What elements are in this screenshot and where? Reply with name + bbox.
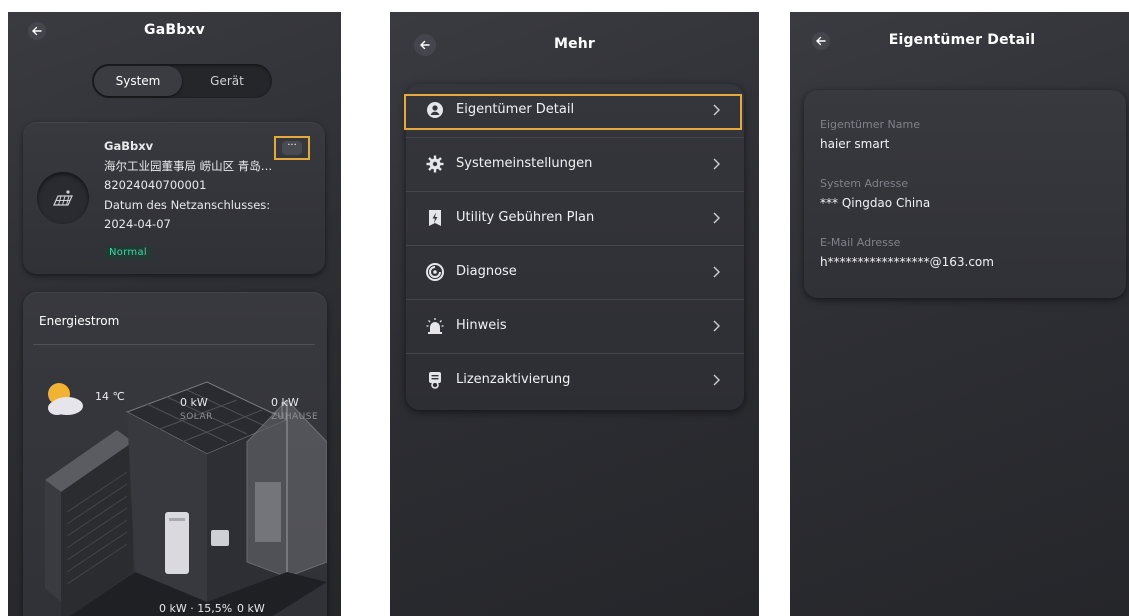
- system-address: 海尔工业园董事局 崂山区 青岛…: [104, 159, 273, 173]
- chevron-right-icon: [713, 320, 720, 332]
- owner-detail-screen: Eigentümer Detail Eigentümer Name haier …: [790, 12, 1129, 616]
- temperature: 14 ℃: [95, 390, 125, 403]
- owner-name-value: haier smart: [820, 137, 890, 151]
- system-screen: GaBbxv System Gerät GaBbxv 海尔工业园董事局 崂山区 …: [8, 12, 341, 616]
- diagnose-icon: [426, 263, 444, 281]
- menu-item-utility-plan[interactable]: Utility Gebühren Plan: [406, 192, 744, 246]
- more-button[interactable]: ···: [274, 136, 310, 160]
- grid-connection-label: Datum des Netzanschlusses:: [104, 198, 271, 212]
- grid-connection-date: 2024-04-07: [104, 217, 171, 231]
- system-address-label: System Adresse: [820, 177, 909, 190]
- menu-item-label: Hinweis: [456, 318, 507, 333]
- email-value: h*****************@163.com: [820, 255, 994, 269]
- home-power-value: 0 kW: [271, 396, 299, 409]
- menu-item-license-activation[interactable]: Lizenzaktivierung: [406, 354, 744, 408]
- email-label: E-Mail Adresse: [820, 236, 901, 249]
- menu-item-notice[interactable]: Hinweis: [406, 300, 744, 354]
- menu-item-diagnose[interactable]: Diagnose: [406, 246, 744, 300]
- page-title: GaBbxv: [144, 22, 205, 38]
- settings-menu: Eigentümer Detail Systemeinstellungen Ut…: [404, 84, 744, 410]
- more-screen: Mehr Eigentümer Detail Systemeinstellung…: [390, 12, 759, 616]
- menu-item-label: Systemeinstellungen: [456, 156, 593, 171]
- chevron-right-icon: [713, 158, 720, 170]
- solar-label: SOLAR: [180, 412, 213, 422]
- battery-power-value: 0 kW · 15,5%: [159, 602, 233, 615]
- system-serial: 82024040700001: [104, 178, 207, 192]
- highlight-box: [404, 94, 742, 130]
- license-icon: [429, 372, 441, 389]
- page-title: Eigentümer Detail: [888, 32, 1036, 48]
- alarm-icon: [426, 318, 444, 334]
- weather-icon: [48, 383, 83, 415]
- bolt-icon: [429, 210, 441, 226]
- gear-icon: [426, 155, 444, 173]
- chevron-right-icon: [713, 266, 720, 278]
- owner-name-label: Eigentümer Name: [820, 118, 920, 131]
- tab-device[interactable]: Gerät: [184, 66, 270, 96]
- system-name: GaBbxv: [104, 139, 154, 153]
- menu-item-system-settings[interactable]: Systemeinstellungen: [406, 138, 744, 192]
- menu-item-label: Utility Gebühren Plan: [456, 210, 595, 225]
- owner-detail-card: Eigentümer Name haier smart System Adres…: [804, 90, 1126, 298]
- page-title: Mehr: [553, 36, 596, 52]
- menu-item-owner-detail[interactable]: Eigentümer Detail: [404, 84, 744, 138]
- view-segment: System Gerät: [92, 64, 272, 98]
- tab-system[interactable]: System: [94, 66, 182, 96]
- home-label: ZUHAUSE: [271, 412, 319, 422]
- more-dots-icon: ···: [282, 141, 302, 155]
- solar-panel-icon: [37, 172, 89, 224]
- grid-power-value: 0 kW: [237, 602, 265, 615]
- divider: [33, 344, 315, 345]
- status-badge: Normal: [104, 246, 152, 259]
- energy-flow-title: Energiestrom: [39, 314, 120, 328]
- chevron-right-icon: [713, 374, 720, 386]
- menu-item-label: Diagnose: [456, 264, 517, 279]
- menu-item-label: Lizenzaktivierung: [456, 372, 571, 387]
- energy-flow-card: Energiestrom 14 ℃ 0 kW SOLAR 0 kW ZUHAUS…: [23, 292, 327, 616]
- system-address-value: *** Qingdao China: [820, 196, 931, 210]
- solar-power-value: 0 kW: [180, 396, 208, 409]
- chevron-right-icon: [713, 212, 720, 224]
